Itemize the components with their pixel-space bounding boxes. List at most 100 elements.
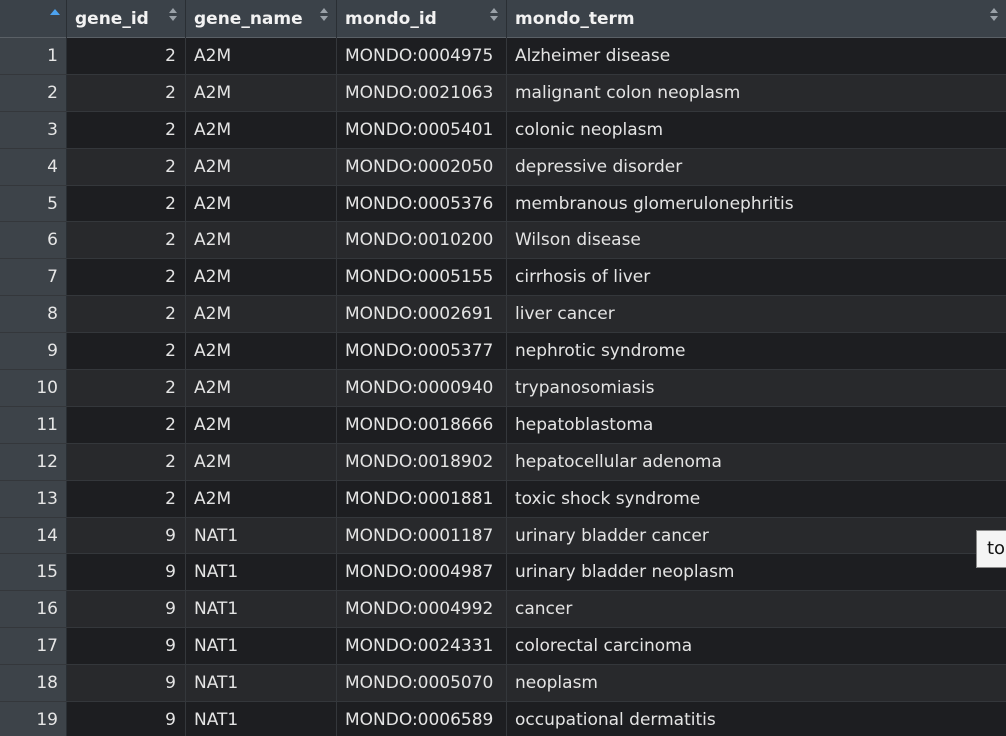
cell-gene-id[interactable]: 9 (67, 517, 186, 554)
row-index[interactable]: 15 (0, 554, 67, 591)
cell-gene-name[interactable]: A2M (186, 370, 337, 406)
cell-gene-name[interactable]: NAT1 (186, 554, 337, 591)
table-row[interactable]: 1 2 A2M MONDO:0004975 Alzheimer disease (0, 38, 1006, 75)
row-index[interactable]: 12 (0, 443, 67, 480)
cell-gene-id[interactable]: 2 (67, 406, 186, 443)
row-index[interactable]: 16 (0, 591, 67, 628)
row-index[interactable]: 6 (0, 222, 67, 259)
cell-mondo-id[interactable]: MONDO:0006589 (337, 702, 507, 736)
table-row[interactable]: 17 9 NAT1 MONDO:0024331 colorectal carcinoma (0, 628, 1006, 666)
cell-gene-id[interactable]: 9 (67, 554, 186, 591)
row-index[interactable]: 17 (0, 628, 67, 665)
table-row[interactable]: 6 2 A2M MONDO:0010200 Wilson disease (0, 222, 1006, 260)
cell-gene-name[interactable]: A2M (186, 296, 337, 333)
cell-mondo-term[interactable]: trypanosomiasis (507, 370, 1006, 406)
cell-gene-name[interactable]: A2M (186, 480, 337, 517)
cell-mondo-id[interactable]: MONDO:0004992 (337, 591, 507, 628)
cell-gene-id[interactable]: 9 (67, 702, 186, 736)
row-index[interactable]: 9 (0, 333, 67, 370)
cell-gene-id[interactable]: 2 (67, 333, 186, 370)
cell-mondo-id[interactable]: MONDO:0024331 (337, 628, 507, 665)
cell-mondo-term[interactable]: urinary bladder neoplasm (507, 554, 1006, 590)
cell-mondo-term[interactable]: colonic neoplasm (507, 112, 1006, 148)
cell-gene-id[interactable]: 9 (67, 665, 186, 702)
cell-gene-id[interactable]: 2 (67, 370, 186, 406)
cell-mondo-id[interactable]: MONDO:0021063 (337, 74, 507, 111)
cell-gene-id[interactable]: 2 (67, 259, 186, 296)
cell-mondo-term[interactable]: toxic shock syndrome (507, 481, 1006, 517)
cell-mondo-term[interactable]: cancer (507, 591, 1006, 627)
table-row[interactable]: 11 2 A2M MONDO:0018666 hepatoblastoma (0, 406, 1006, 444)
cell-gene-name[interactable]: NAT1 (186, 591, 337, 628)
cell-mondo-id[interactable]: MONDO:0005070 (337, 665, 507, 702)
cell-gene-name[interactable]: A2M (186, 406, 337, 443)
table-row[interactable]: 5 2 A2M MONDO:0005376 membranous glomerulone… (0, 185, 1006, 223)
row-index[interactable]: 3 (0, 111, 67, 148)
sort-both-icon[interactable] (320, 8, 328, 24)
row-index[interactable]: 5 (0, 185, 67, 222)
table-row[interactable]: 3 2 A2M MONDO:0005401 colonic neoplasm (0, 111, 1006, 149)
sort-ascending-icon[interactable] (50, 9, 60, 15)
table-row[interactable]: 2 2 A2M MONDO:0021063 malignant colon neopla… (0, 74, 1006, 112)
cell-mondo-id[interactable]: MONDO:0010200 (337, 222, 507, 259)
cell-gene-name[interactable]: NAT1 (186, 702, 337, 736)
cell-gene-id[interactable]: 9 (67, 591, 186, 628)
table-row[interactable]: 4 2 A2M MONDO:0002050 depressive disorder (0, 148, 1006, 186)
cell-gene-name[interactable]: A2M (186, 443, 337, 480)
cell-gene-name[interactable]: A2M (186, 148, 337, 185)
table-row[interactable]: 13 2 A2M MONDO:0001881 toxic shock syndrome (0, 480, 1006, 518)
cell-gene-id[interactable]: 2 (67, 38, 186, 74)
cell-mondo-id[interactable]: MONDO:0005376 (337, 185, 507, 222)
column-header-index[interactable] (0, 0, 67, 38)
row-index[interactable]: 8 (0, 296, 67, 333)
row-index[interactable]: 10 (0, 370, 67, 406)
row-index[interactable]: 13 (0, 480, 67, 517)
column-header-gene-name[interactable]: gene_name (186, 0, 337, 38)
cell-mondo-term[interactable]: Wilson disease (507, 222, 1006, 258)
sort-both-icon[interactable] (490, 8, 498, 24)
cell-mondo-term[interactable]: malignant colon neoplasm (507, 75, 1006, 111)
cell-mondo-term[interactable]: membranous glomerulonephritis (507, 186, 1006, 222)
cell-gene-id[interactable]: 2 (67, 222, 186, 259)
cell-mondo-id[interactable]: MONDO:0005377 (337, 333, 507, 370)
row-index[interactable]: 4 (0, 148, 67, 185)
cell-gene-name[interactable]: NAT1 (186, 628, 337, 665)
cell-mondo-term[interactable]: neoplasm (507, 665, 1006, 701)
cell-gene-id[interactable]: 2 (67, 111, 186, 148)
cell-mondo-term[interactable]: nephrotic syndrome (507, 333, 1006, 369)
cell-mondo-term[interactable]: liver cancer (507, 296, 1006, 332)
cell-gene-id[interactable]: 2 (67, 296, 186, 333)
cell-gene-id[interactable]: 2 (67, 74, 186, 111)
cell-gene-name[interactable]: A2M (186, 222, 337, 259)
table-row[interactable]: 10 2 A2M MONDO:0000940 trypanosomiasis (0, 370, 1006, 407)
cell-gene-name[interactable]: NAT1 (186, 517, 337, 554)
table-row[interactable]: 8 2 A2M MONDO:0002691 liver cancer (0, 296, 1006, 334)
column-header-gene-id[interactable]: gene_id (67, 0, 186, 38)
table-row[interactable]: 14 9 NAT1 MONDO:0001187 urinary bladder canc… (0, 517, 1006, 555)
row-index[interactable]: 7 (0, 259, 67, 296)
cell-mondo-term[interactable]: depressive disorder (507, 149, 1006, 185)
cell-mondo-id[interactable]: MONDO:0004975 (337, 38, 507, 74)
cell-mondo-id[interactable]: MONDO:0001881 (337, 480, 507, 517)
cell-gene-id[interactable]: 9 (67, 628, 186, 665)
cell-mondo-id[interactable]: MONDO:0005401 (337, 111, 507, 148)
table-row[interactable]: 9 2 A2M MONDO:0005377 nephrotic syndrome (0, 333, 1006, 371)
cell-mondo-id[interactable]: MONDO:0018666 (337, 406, 507, 443)
cell-mondo-term[interactable]: cirrhosis of liver (507, 259, 1006, 295)
row-index[interactable]: 18 (0, 665, 67, 702)
cell-mondo-id[interactable]: MONDO:0018902 (337, 443, 507, 480)
cell-gene-id[interactable]: 2 (67, 185, 186, 222)
cell-gene-name[interactable]: A2M (186, 333, 337, 370)
column-header-mondo-term[interactable]: mondo_term (507, 0, 1006, 38)
sort-both-icon[interactable] (169, 8, 177, 24)
cell-mondo-term[interactable]: colorectal carcinoma (507, 628, 1006, 664)
row-index[interactable]: 1 (0, 38, 67, 74)
cell-gene-name[interactable]: A2M (186, 74, 337, 111)
cell-mondo-term[interactable]: hepatocellular adenoma (507, 444, 1006, 480)
row-index[interactable]: 11 (0, 406, 67, 443)
table-row[interactable]: 19 9 NAT1 MONDO:0006589 occupational dermati… (0, 702, 1006, 736)
row-index[interactable]: 14 (0, 517, 67, 554)
cell-gene-id[interactable]: 2 (67, 480, 186, 517)
cell-gene-id[interactable]: 2 (67, 443, 186, 480)
sort-both-icon[interactable] (990, 8, 998, 24)
